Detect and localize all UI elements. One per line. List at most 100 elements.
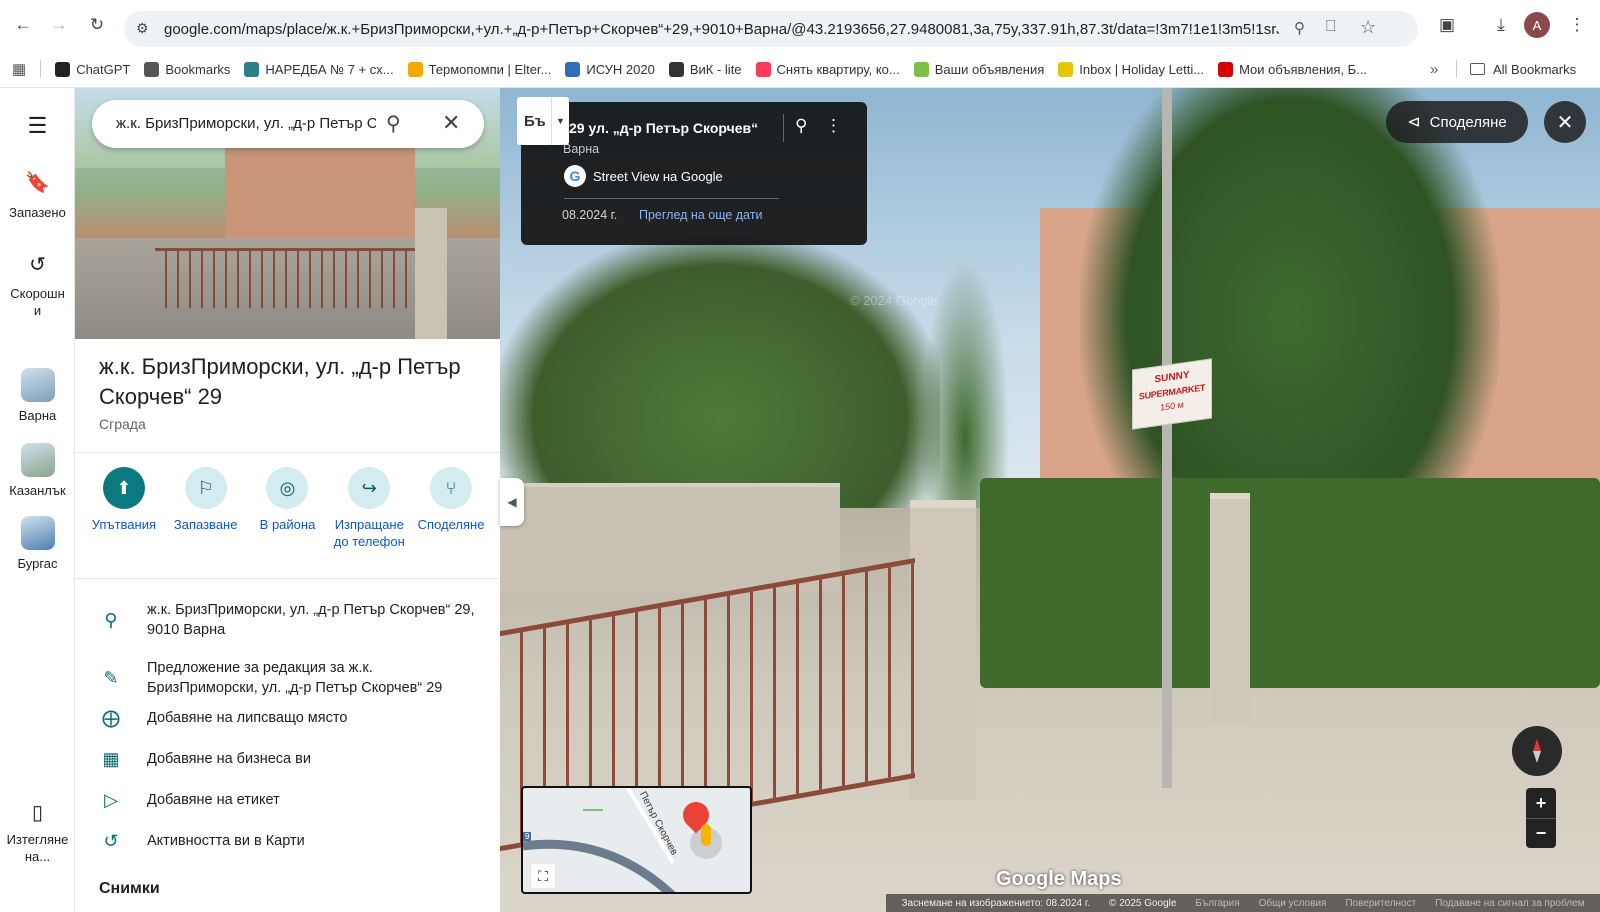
nearby-icon: ◎	[266, 467, 309, 509]
stone-wall	[500, 483, 840, 593]
location-icon[interactable]: ⚲	[1294, 19, 1305, 37]
place-thumbnail	[20, 516, 55, 550]
share-label: Споделяне	[417, 517, 485, 532]
divider	[75, 578, 500, 579]
add-location-icon: ⨁	[102, 708, 120, 728]
street-view[interactable]: SUNNY SUPERMARKET 150 м © 2024 Google 29…	[500, 88, 1600, 912]
rail-saved[interactable]: 🔖 Запазено	[0, 170, 75, 220]
place-category[interactable]: Сграда	[99, 416, 146, 432]
input-language-button[interactable]: Бъ ▼	[517, 97, 569, 145]
directions-label: Упътвания	[91, 517, 157, 532]
zoom-in-button[interactable]: +	[1526, 788, 1556, 818]
bookmarks-list: ChatGPT Bookmarks НАРЕДБА № 7 + сх... Термо…	[55, 54, 1381, 84]
apps-grid-icon[interactable]: ▦	[12, 60, 26, 78]
directions-button[interactable]: ⬆ Упътвания	[86, 467, 162, 550]
bookmark-item[interactable]: НАРЕДБА № 7 + сх...	[244, 54, 394, 84]
downloads-icon[interactable]: ⤓	[1486, 10, 1516, 40]
bookmark-label: ИСУН 2020	[586, 61, 655, 77]
install-app-icon[interactable]: ⎕	[1326, 18, 1336, 36]
bookmark-item[interactable]: ВиК - lite	[668, 54, 742, 84]
history-icon: ↺	[103, 831, 119, 851]
report-problem-link[interactable]: Подаване на сигнал за проблем	[1435, 898, 1584, 909]
address-bar[interactable]: ⚙ google.com/maps/place/ж.к.+БризПриморс…	[124, 11, 1418, 47]
forward-icon[interactable]: →	[44, 10, 74, 40]
url-text[interactable]: google.com/maps/place/ж.к.+БризПриморски…	[164, 21, 1279, 38]
bookmark-item[interactable]: ChatGPT	[55, 54, 130, 84]
recent-place-item[interactable]: Варна	[0, 368, 75, 423]
bookmark-label: Термопомпи | Elter...	[428, 61, 552, 77]
search-box[interactable]: ж.к. БризПриморски, ул. „д-р Петър Скорч…	[92, 100, 484, 148]
add-business-icon: ▦	[102, 749, 120, 769]
nearby-button[interactable]: ◎ В района	[249, 467, 325, 550]
gate-pillar	[910, 500, 976, 800]
recent-place-item[interactable]: Казанлък	[0, 443, 75, 498]
more-options-icon[interactable]: ⋮	[825, 116, 842, 136]
share-button-label: Споделяне	[1429, 113, 1507, 131]
place-title: ж.к. БризПриморски, ул. „д-р Петър Скорч…	[99, 354, 461, 409]
history-icon: ↺	[29, 254, 46, 276]
bookmark-item[interactable]: Bookmarks	[144, 54, 230, 84]
more-bookmarks-icon[interactable]: »	[1430, 61, 1438, 78]
hamburger-menu-icon[interactable]: ☰	[0, 113, 75, 139]
terms-link[interactable]: Общи условия	[1259, 898, 1327, 909]
chevron-down-icon[interactable]: ▼	[551, 97, 569, 145]
bookmark-item[interactable]: Inbox | Holiday Letti...	[1058, 54, 1204, 84]
compass-needle-icon	[1533, 739, 1541, 763]
close-icon[interactable]: ✕	[442, 110, 460, 136]
card-provider-label: Street View на Google	[593, 168, 723, 184]
collapse-panel-button[interactable]: ◀	[500, 478, 524, 526]
search-icon[interactable]: ⚲	[386, 111, 401, 136]
place-photo[interactable]: ж.к. БризПриморски, ул. „д-р Петър Скорч…	[75, 88, 500, 339]
add-label-row[interactable]: ▷ Добавяне на етикет	[99, 790, 479, 810]
bookmark-item[interactable]: ИСУН 2020	[565, 54, 655, 84]
fullscreen-icon[interactable]: ⛶	[531, 864, 555, 888]
maps-left-rail: ☰ 🔖 Запазено ↺ Скорошни Варна Казанлък Бур…	[0, 88, 75, 912]
rail-recent[interactable]: ↺ Скорошни	[0, 252, 75, 319]
menu-kebab-icon[interactable]: ⋮	[1562, 10, 1592, 40]
bookmark-item[interactable]: Термопомпи | Elter...	[407, 54, 552, 84]
save-label: Запазване	[173, 517, 238, 532]
bookmark-item[interactable]: Ваши объявления	[913, 54, 1044, 84]
pegman-icon[interactable]	[701, 824, 711, 846]
bookmark-label: Bookmarks	[165, 61, 231, 77]
add-missing-place-row[interactable]: ⨁ Добавяне на липсващо място	[99, 708, 479, 728]
share-button[interactable]: ⑂ Споделяне	[413, 467, 489, 550]
back-icon[interactable]: ←	[8, 10, 38, 40]
compass[interactable]	[1512, 726, 1562, 776]
profile-avatar[interactable]: A	[1524, 12, 1550, 38]
activity-row[interactable]: ↺ Активността ви в Карти	[99, 831, 479, 851]
bookmark-item[interactable]: Мои объявления, Б...	[1218, 54, 1367, 84]
bookmark-item[interactable]: Снять квартиру, ко...	[755, 54, 900, 84]
divider	[783, 114, 784, 142]
extensions-icon[interactable]: ▣	[1432, 10, 1462, 40]
bookmark-label: Inbox | Holiday Letti...	[1079, 61, 1205, 77]
recent-place-item[interactable]: Бургас	[0, 516, 75, 571]
location-pin-icon[interactable]: ⚲	[795, 116, 807, 136]
send-to-phone-button[interactable]: ↪ Изпращане до телефон	[331, 467, 407, 550]
reload-icon[interactable]: ↻	[82, 10, 112, 40]
country-link[interactable]: България	[1195, 898, 1239, 909]
share-button[interactable]: ⊲ Споделяне	[1386, 101, 1528, 143]
all-bookmarks[interactable]: All Bookmarks	[1470, 62, 1576, 77]
privacy-link[interactable]: Поверителност	[1345, 898, 1416, 909]
bookmarks-bar: ▦ ChatGPT Bookmarks НАРЕДБА № 7 + сх... Тер…	[0, 54, 1600, 84]
search-input[interactable]: ж.к. БризПриморски, ул. „д-р Петър Скорч…	[116, 115, 376, 132]
mini-map[interactable]: 9 Петър Скорчев ⛶	[521, 786, 752, 894]
add-business-row[interactable]: ▦ Добавяне на бизнеса ви	[99, 749, 479, 769]
rail-download[interactable]: ▯ Изтегляне на...	[0, 800, 75, 865]
add-missing-text: Добавяне на липсващо място	[147, 710, 348, 726]
google-maps-logo: Google Maps	[996, 868, 1122, 890]
site-info-icon[interactable]: ⚙	[136, 20, 149, 37]
inbox-icon	[1058, 61, 1074, 77]
close-street-view-button[interactable]: ✕	[1544, 101, 1586, 143]
avito-icon	[913, 61, 929, 77]
zoom-out-button[interactable]: −	[1526, 818, 1556, 848]
see-more-dates-link[interactable]: Преглед на още дати	[639, 208, 762, 222]
bookmark-star-icon[interactable]: ☆	[1360, 17, 1376, 38]
divider	[40, 60, 42, 78]
suggest-edit-row[interactable]: ✎ Предложение за редакция за ж.к. БризПр…	[99, 658, 479, 698]
address-row[interactable]: ⚲ ж.к. БризПриморски, ул. „д-р Петър Ско…	[99, 600, 479, 640]
save-button[interactable]: ⚐ Запазване	[168, 467, 244, 550]
share-icon: ⊲	[1407, 114, 1421, 131]
folder-icon	[1470, 63, 1485, 75]
